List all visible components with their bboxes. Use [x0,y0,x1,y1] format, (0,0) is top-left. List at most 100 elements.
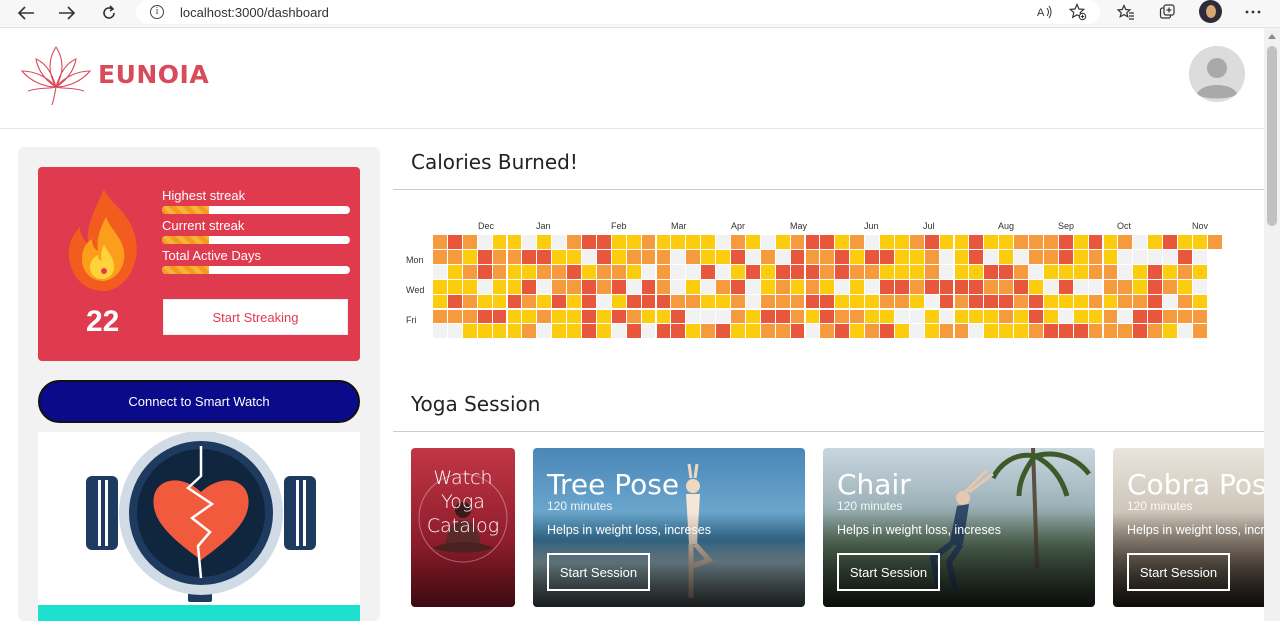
pose-description: Helps in weight loss, increses [1127,523,1264,537]
heatmap-cell [775,279,790,294]
scrollbar-thumb[interactable] [1267,46,1277,226]
heatmap-cell [1103,279,1118,294]
heatmap-cell [537,324,552,339]
browser-profile-avatar[interactable] [1199,0,1222,23]
heatmap-cell [1103,249,1118,264]
month-label: Apr [731,221,746,231]
heatmap-cell [1118,279,1133,294]
tree-pose-card[interactable]: Tree Pose 120 minutes Helps in weight lo… [533,448,805,607]
heatmap-cell [596,249,611,264]
start-session-button[interactable]: Start Session [547,553,650,591]
heatmap-cell [850,264,865,279]
heatmap-cell [641,324,656,339]
user-avatar[interactable] [1189,46,1245,102]
heatmap-cell [582,279,596,294]
heatmap-cell [865,294,879,309]
heatmap-cell [999,309,1014,324]
heatmap-cell [999,294,1014,309]
connect-smart-watch-button[interactable]: Connect to Smart Watch [38,380,360,423]
heatmap-cell [760,279,775,294]
heatmap-cell [731,294,745,309]
heatmap-cell [1029,235,1043,249]
heatmap-cell [671,279,686,294]
brand-logo[interactable]: EUNOIA [18,41,209,107]
heatmap-cell [552,279,567,294]
address-bar[interactable]: i localhost:3000/dashboard [136,0,1100,24]
address-url[interactable]: localhost:3000/dashboard [180,5,329,20]
favorites-icon[interactable] [1115,2,1137,22]
heatmap-cell [1029,309,1043,324]
heatmap-cell [462,235,477,249]
heatmap-cell [775,309,790,324]
highest-streak-fill [162,206,209,214]
heatmap-cell [552,249,567,264]
watch-yoga-catalog-card[interactable]: Watch Yoga Catalog [411,448,515,607]
start-session-button[interactable]: Start Session [837,553,940,591]
heatmap-cell [1178,324,1192,339]
heatmap-cell [1192,324,1207,339]
heatmap-cell [477,309,492,324]
heatmap-cell [1029,279,1043,294]
cobra-pose-card[interactable]: Cobra Pose 120 minutes Helps in weight l… [1113,448,1264,607]
heatmap-cell [745,309,760,324]
heatmap-cell [835,294,850,309]
heatmap-cell [626,279,641,294]
page-scrollbar[interactable] [1264,28,1280,621]
heatmap-cell [1103,235,1118,249]
heatmap-cell [954,264,969,279]
heatmap-cell [507,264,522,279]
start-streaking-button[interactable]: Start Streaking [163,299,348,335]
more-options-icon[interactable] [1242,2,1264,22]
pose-name: Tree Pose [547,468,680,501]
heatmap-cell [492,249,507,264]
read-aloud-icon[interactable]: A [1034,2,1056,22]
heatmap-cell [805,294,820,309]
heatmap-cell [433,235,447,249]
add-favorite-icon[interactable] [1067,2,1089,22]
heatmap-cell [865,235,879,249]
catalog-title-line: Catalog [426,515,500,537]
heatmap-cell [447,235,462,249]
heatmap-cell [1088,249,1103,264]
heatmap-cell [775,264,790,279]
smart-watch-icon [86,432,316,602]
back-icon[interactable] [14,2,38,24]
heatmap-cell [999,235,1014,249]
heatmap-cell [850,279,865,294]
heatmap-cell [716,264,730,279]
heatmap-cell [835,279,850,294]
heatmap-cell [477,294,492,309]
month-label: Jul [923,221,935,231]
refresh-icon[interactable] [97,2,121,24]
heatmap-cell [686,324,701,339]
collections-icon[interactable] [1157,2,1179,22]
heatmap-cell [1088,235,1103,249]
heatmap-cell [820,264,835,279]
heatmap-cell [522,249,537,264]
scroll-up-icon[interactable] [1268,34,1276,39]
heatmap-cell [433,309,447,324]
heatmap-cell [1073,279,1088,294]
heatmap-cell [820,279,835,294]
heatmap-cell [909,294,924,309]
heatmap-cell [745,264,760,279]
start-session-button[interactable]: Start Session [1127,553,1230,591]
heatmap-cell [969,235,984,249]
heatmap-cell [611,279,626,294]
heatmap-cell [582,264,596,279]
heatmap-cell [999,249,1014,264]
heatmap-cell [1163,279,1177,294]
heatmap-cell [567,235,581,249]
site-info-icon[interactable]: i [150,5,164,19]
heatmap-cell [537,249,552,264]
heatmap-cell [760,324,775,339]
heatmap-cell [1073,235,1088,249]
heatmap-cell [701,235,716,249]
chair-pose-card[interactable]: Chair 120 minutes Helps in weight loss, … [823,448,1095,607]
heatmap-cell [954,249,969,264]
heatmap-cell [850,324,865,339]
heatmap-cell [894,235,909,249]
heatmap-cell [552,264,567,279]
heatmap-cell [775,249,790,264]
forward-icon[interactable] [55,2,79,24]
